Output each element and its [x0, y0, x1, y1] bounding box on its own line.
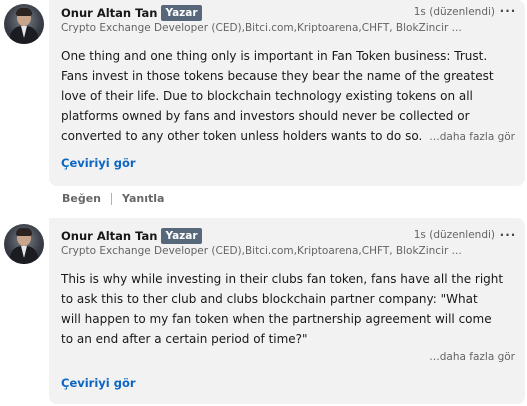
comment-text: This is why while investing in their clu… — [61, 269, 516, 349]
author-headline: Crypto Exchange Developer (CED),Bitci.co… — [61, 22, 462, 34]
comment-line: Fans invest in those tokens because they… — [61, 69, 494, 83]
reply-button[interactable]: Yanıtla — [122, 192, 164, 205]
timestamp: 1s (düzenlendi) — [413, 6, 495, 18]
comment-line: to an end after a certain period of time… — [61, 332, 308, 346]
comment-line: to ask this to ther club and clubs block… — [61, 292, 478, 306]
comment-line: love of their life. Due to blockchain te… — [61, 89, 473, 103]
more-options-button[interactable]: ··· — [499, 2, 517, 20]
see-more-link[interactable]: …daha fazla gör — [425, 351, 515, 363]
more-options-button[interactable]: ··· — [499, 226, 517, 244]
divider — [111, 192, 113, 205]
author-name[interactable]: Onur Altan Tan — [61, 229, 157, 243]
comment-bubble: Onur Altan Tan Yazar 1s (düzenlendi) ···… — [49, 218, 525, 404]
translate-link[interactable]: Çeviriyi gör — [61, 376, 136, 390]
author-headline: Crypto Exchange Developer (CED),Bitci.co… — [61, 245, 462, 257]
avatar[interactable] — [4, 4, 44, 44]
author-badge: Yazar — [161, 5, 202, 21]
avatar[interactable] — [4, 224, 44, 264]
ellipsis-icon: ··· — [499, 228, 517, 242]
comment-line: This is why while investing in their clu… — [61, 272, 504, 286]
author-name[interactable]: Onur Altan Tan — [61, 6, 157, 20]
author-badge: Yazar — [161, 228, 202, 244]
timestamp: 1s (düzenlendi) — [413, 229, 495, 241]
translate-link[interactable]: Çeviriyi gör — [61, 156, 136, 170]
ellipsis-icon: ··· — [499, 4, 517, 18]
like-button[interactable]: Beğen — [62, 192, 101, 205]
see-more-link[interactable]: …daha fazla gör — [425, 131, 515, 143]
comment-actions: Beğen Yanıtla — [62, 192, 164, 205]
comment-line: platforms owned by fans and investors sh… — [61, 109, 470, 123]
comment-line: One thing and one thing only is importan… — [61, 49, 488, 63]
comment-line: will happen to my fan token when the par… — [61, 312, 492, 326]
comment-bubble: Onur Altan Tan Yazar 1s (düzenlendi) ···… — [49, 0, 525, 186]
comment-line: converted to any other token unless hold… — [61, 129, 421, 143]
